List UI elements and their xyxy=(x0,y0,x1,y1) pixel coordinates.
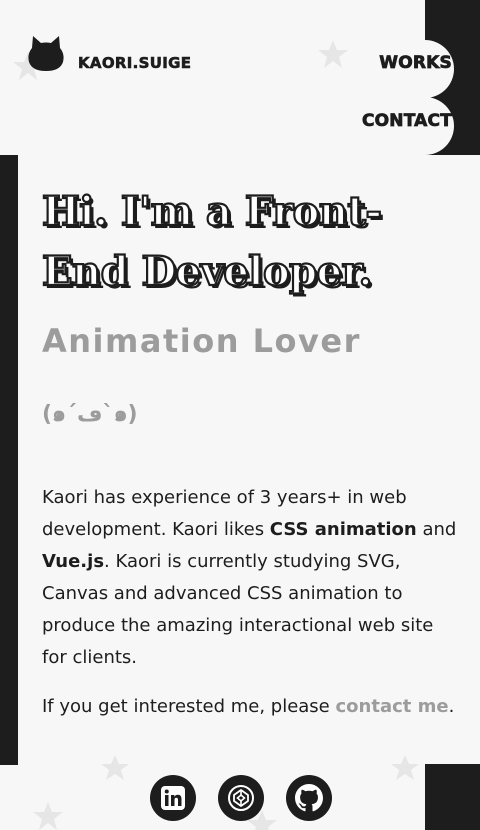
github-icon xyxy=(295,784,323,812)
left-bar xyxy=(0,155,18,765)
hero-emoticon: (๑´ڡ`๑) xyxy=(42,402,138,427)
nav-contact-link[interactable]: CONTACT xyxy=(362,111,453,132)
intro-highlight-css: CSS animation xyxy=(269,519,417,540)
contact-cta: If you get interested me, please contact… xyxy=(42,692,462,722)
nav-works-link[interactable]: WORKS xyxy=(379,53,452,74)
codepen-icon xyxy=(228,785,254,811)
intro-paragraph: Kaori has experience of 3 years+ in web … xyxy=(42,482,462,674)
codepen-button[interactable] xyxy=(218,775,264,821)
contact-me-link[interactable]: contact me xyxy=(335,696,448,717)
github-button[interactable] xyxy=(286,775,332,821)
intro-highlight-vue: Vue.js xyxy=(42,551,105,572)
star-decoration xyxy=(33,802,63,830)
linkedin-icon xyxy=(161,786,185,810)
linkedin-button[interactable] xyxy=(150,775,196,821)
headline-line-2: End Developer. xyxy=(41,247,374,296)
cat-head-icon[interactable] xyxy=(26,34,66,72)
cta-suffix: . xyxy=(448,696,455,717)
cta-prefix: If you get interested me, please xyxy=(42,696,336,717)
brand-name[interactable]: KAORI.SUIGE xyxy=(78,54,192,73)
headline-line-1: Hi. I'm a Front- xyxy=(41,187,383,236)
hero-headline: Hi. I'm a Front- End Developer. xyxy=(41,182,462,302)
star-decoration xyxy=(318,40,348,68)
star-decoration xyxy=(391,755,419,780)
intro-text-2: and xyxy=(416,519,457,540)
star-decoration xyxy=(101,755,129,780)
hero-subheadline: Animation Lover xyxy=(42,322,361,360)
right-bar-bottom xyxy=(425,764,480,830)
